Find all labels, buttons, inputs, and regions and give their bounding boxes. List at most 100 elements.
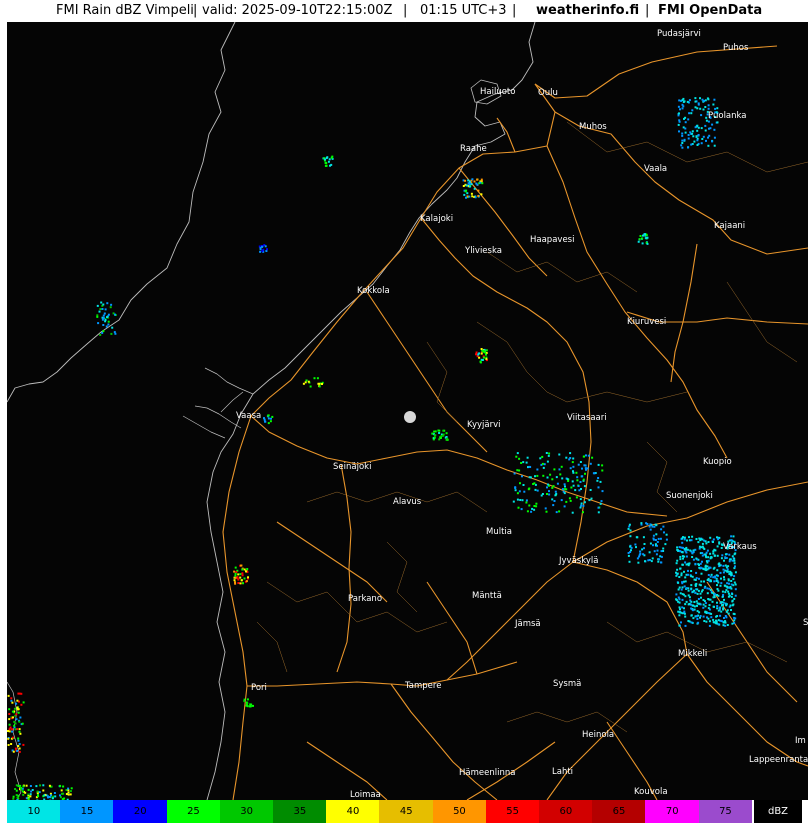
municipal-boundary	[486, 251, 638, 293]
legend-swatch: 10	[7, 800, 61, 823]
title-separator: |	[645, 3, 650, 18]
legend-swatch: 40	[326, 800, 380, 823]
municipal-boundary	[386, 541, 418, 613]
city-label: Kokkola	[357, 286, 390, 296]
radar-echo-vaasa-north	[302, 377, 324, 388]
city-label: Loimaa	[350, 790, 381, 800]
map-title: FMI Rain dBZ Vimpeli	[56, 3, 194, 18]
legend-unit: dBZ	[754, 800, 802, 823]
road	[706, 581, 798, 703]
radar-echo-raahe	[462, 178, 484, 199]
city-label: Tampere	[405, 681, 442, 691]
road	[446, 561, 574, 681]
radar-echo-viitasaari	[512, 452, 604, 514]
road	[390, 683, 498, 800]
city-label: Kajaani	[714, 221, 746, 231]
legend-swatch: 65	[592, 800, 646, 823]
road	[534, 83, 808, 255]
city-label: Jämsä	[515, 619, 541, 629]
road	[496, 117, 516, 153]
city-label: Haapavesi	[530, 235, 575, 245]
city-label: Heinola	[582, 730, 615, 740]
city-label: Vaala	[644, 164, 668, 174]
radar-echo-kajaani	[637, 233, 649, 245]
radar-echo-sea-west	[96, 301, 117, 336]
city-label: Multia	[486, 527, 512, 537]
road	[250, 111, 556, 417]
radar-echo-sw-bottom	[12, 784, 73, 800]
radar-echo-kyyjarvi-north	[475, 348, 488, 364]
title-separator: |	[512, 3, 517, 18]
city-label: Pori	[251, 683, 267, 693]
municipal-boundary	[646, 441, 678, 513]
city-label: Oulu	[538, 88, 558, 98]
city-label: Sysmä	[553, 679, 582, 689]
city-label: Kiuruvesi	[627, 317, 667, 327]
road	[276, 521, 388, 603]
city-label: Ylivieska	[465, 246, 502, 256]
title-separator: |	[193, 3, 198, 18]
city-label: Lappeenranta	[749, 755, 808, 765]
city-label: Puhos	[723, 43, 749, 53]
city-label: Parkano	[348, 594, 383, 604]
legend-swatch: 15	[60, 800, 114, 823]
road	[420, 217, 592, 563]
city-label: Seinäjoki	[333, 462, 372, 472]
road	[536, 479, 668, 517]
city-label: Kouvola	[634, 787, 668, 797]
city-label: Alavus	[393, 497, 422, 507]
radar-site-marker	[404, 411, 416, 423]
city-label: Raahe	[460, 144, 487, 154]
legend-swatch: 70	[645, 800, 700, 823]
legend-swatch: 75	[698, 800, 753, 823]
data-source: FMI OpenData	[658, 3, 763, 18]
radar-map[interactable]: Pudasjärvi Puhos Hailuoto Oulu Muhos Puolanka…	[7, 22, 808, 800]
legend-swatch: 55	[485, 800, 540, 823]
legend-swatch: 30	[219, 800, 274, 823]
city-label: Pudasjärvi	[657, 29, 701, 39]
road	[222, 415, 252, 687]
road	[232, 685, 248, 800]
radar-echo-puolanka	[677, 97, 719, 149]
legend-swatch: 50	[432, 800, 487, 823]
legend-swatch: 35	[273, 800, 327, 823]
title-separator: |	[403, 3, 408, 18]
radar-echo-sw-edge	[7, 692, 25, 753]
road	[686, 653, 808, 767]
city-label: Mänttä	[472, 591, 502, 601]
road	[534, 45, 778, 99]
radar-echo-sea	[258, 244, 268, 253]
city-label: S	[803, 618, 808, 628]
dbz-legend: 10 15 20 25 30 35 40 45 50 55 60 65 70 75	[7, 800, 808, 823]
legend-swatch: 25	[166, 800, 221, 823]
road	[572, 561, 688, 655]
municipal-boundary	[256, 621, 288, 673]
legend-swatch: 20	[113, 800, 168, 823]
radar-echo-suonenjoki	[627, 522, 668, 564]
title-bar: FMI Rain dBZ Vimpeli | valid: 2025-09-10…	[0, 0, 812, 22]
municipal-boundary	[506, 711, 628, 733]
coastline-west	[7, 22, 236, 403]
legend-swatch: 45	[379, 800, 434, 823]
municipal-boundary	[476, 321, 688, 403]
site-name: weatherinfo.fi	[536, 3, 640, 18]
radar-echo-vaasa	[263, 414, 274, 425]
city-label: Jyväskylä	[559, 556, 599, 566]
legend-swatch: 60	[539, 800, 593, 823]
city-label: Mikkeli	[678, 649, 708, 659]
local-time: 01:15 UTC+3	[420, 3, 507, 18]
city-label: Varkaus	[723, 542, 757, 552]
city-label: Hämeenlinna	[459, 768, 516, 778]
city-label: Viitasaari	[567, 413, 607, 423]
road	[546, 653, 688, 800]
road	[670, 243, 698, 383]
municipal-boundary	[426, 341, 458, 423]
city-label: Kyyjärvi	[467, 420, 501, 430]
city-label: Suonenjoki	[666, 491, 713, 501]
road	[546, 145, 728, 459]
city-label: Im	[795, 736, 806, 746]
city-label: Puolanka	[708, 111, 747, 121]
city-label: Lahti	[552, 767, 574, 777]
valid-time: valid: 2025-09-10T22:15:00Z	[202, 3, 393, 18]
archipelago	[182, 367, 254, 439]
